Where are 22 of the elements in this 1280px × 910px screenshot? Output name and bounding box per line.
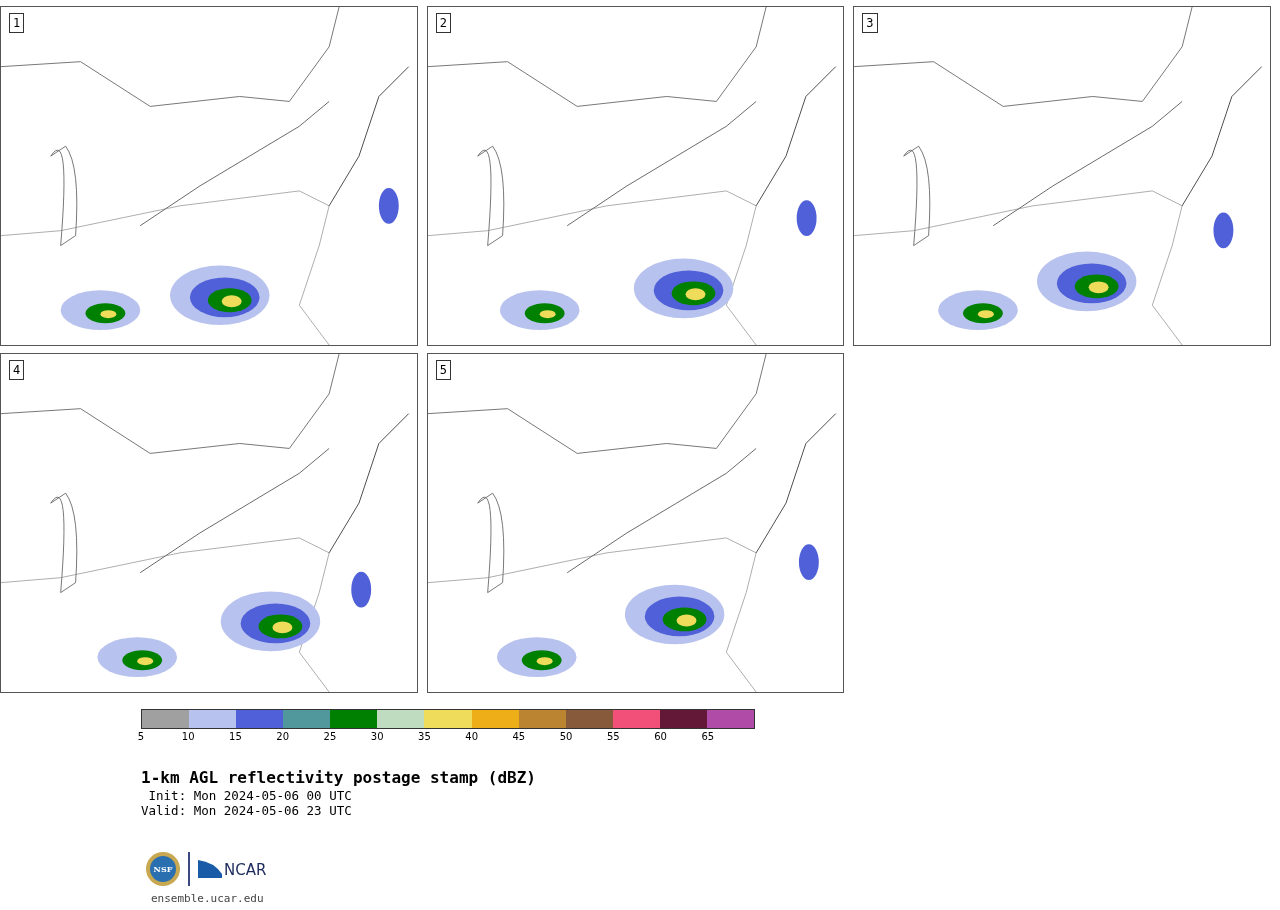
colorbar-tick-label: 30 [370, 730, 384, 744]
colorbar-tick-label: 55 [607, 730, 620, 744]
colorbar-tick-label: 10 [181, 730, 195, 744]
colorbar-tick-label: 65 [701, 730, 715, 744]
colorbar-tick-label: 40 [465, 730, 478, 744]
colorbar-tick-label: 20 [276, 730, 290, 744]
colorbar-tick-label: 25 [323, 730, 337, 744]
panel-number: 3 [862, 13, 878, 33]
colorbar-tick-label: 15 [229, 730, 242, 744]
chart-title: 1-km AGL reflectivity postage stamp (dBZ) [141, 769, 537, 787]
panel-number: 4 [9, 360, 25, 380]
colorbar-tick-label: 45 [512, 730, 526, 744]
ncar-logo: NCAR [198, 860, 267, 878]
website-url: ensemble.ucar.edu [151, 892, 265, 906]
panel-number: 1 [9, 13, 25, 33]
colorbar-tick-label: 60 [654, 730, 667, 744]
colorbar-tick-label: 35 [418, 730, 431, 744]
nsf-logo: NSF [146, 852, 180, 886]
valid-time: Valid: Mon 2024-05-06 23 UTC [141, 803, 353, 818]
colorbar-tick-label: 5 [137, 730, 145, 744]
init-time: Init: Mon 2024-05-06 00 UTC [147, 788, 353, 803]
colorbar-tick-label: 50 [559, 730, 573, 744]
